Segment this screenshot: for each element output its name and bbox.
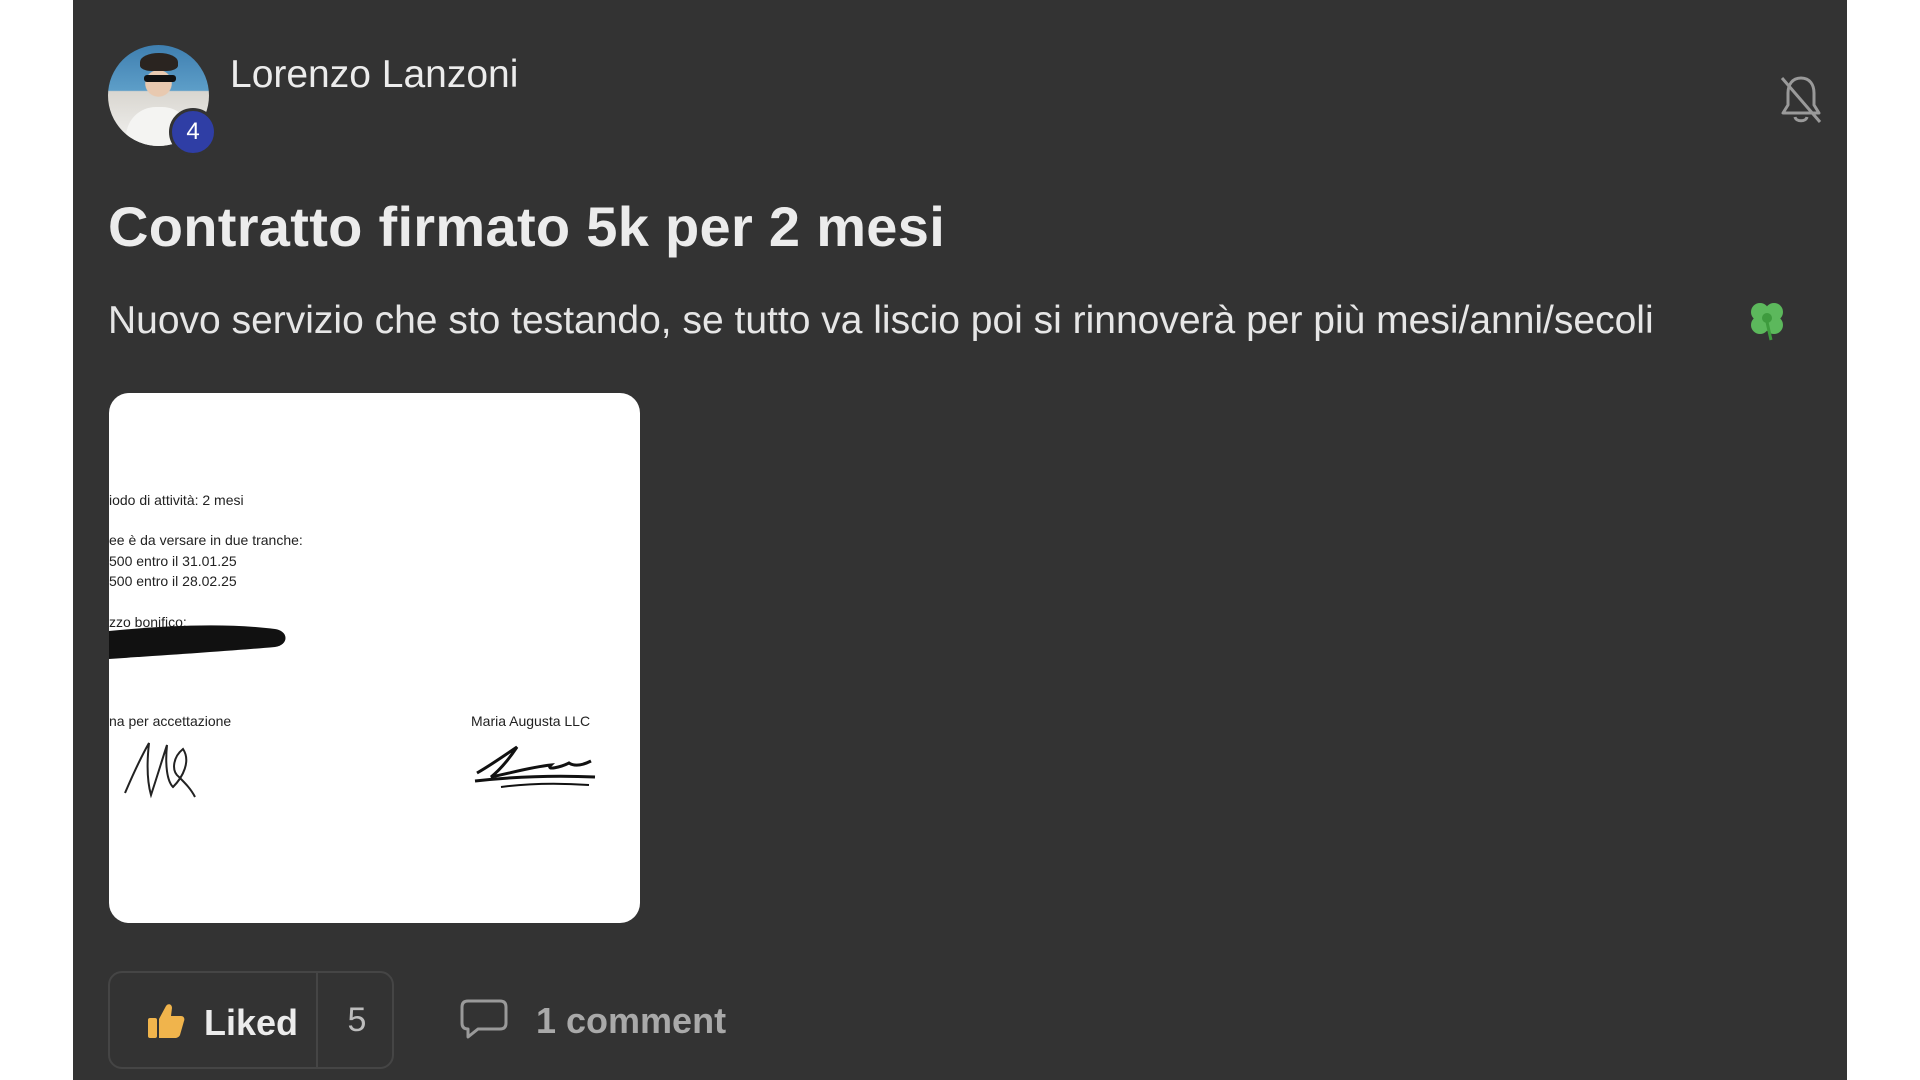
like-group: Liked 5: [108, 971, 394, 1069]
attachment-image[interactable]: iodo di attività: 2 mesi ee è da versare…: [109, 393, 640, 923]
like-button[interactable]: Liked: [110, 973, 316, 1067]
author-name[interactable]: Lorenzo Lanzoni: [230, 53, 518, 97]
post-body: Nuovo servizio che sto testando, se tutt…: [108, 299, 1654, 342]
liked-label: Liked: [204, 1002, 299, 1043]
doc-line-fee: ee è da versare in due tranche:: [109, 532, 303, 548]
doc-signature-label-right: Maria Augusta LLC: [471, 713, 591, 729]
bell-off-icon[interactable]: [1778, 72, 1824, 128]
doc-line-installment-1: 500 entro il 31.01.25: [109, 553, 237, 569]
comment-count-label: 1 comment: [536, 1000, 727, 1041]
comment-button[interactable]: 1 comment: [460, 993, 760, 1043]
doc-line-installment-2: 500 entro il 28.02.25: [109, 573, 237, 589]
level-badge: 4: [169, 108, 217, 156]
doc-line-period: iodo di attività: 2 mesi: [109, 492, 244, 508]
avatar-glasses: [144, 75, 176, 82]
thumbs-up-icon: [148, 1004, 185, 1038]
signature-left: [124, 742, 196, 799]
post-card: 4 Lorenzo Lanzoni Contratto firmato 5k p…: [73, 0, 1847, 1080]
comment-icon: [460, 999, 508, 1039]
four-leaf-clover-icon: [1751, 303, 1783, 341]
redaction-mark: [109, 625, 286, 659]
post-title: Contratto firmato 5k per 2 mesi: [108, 195, 946, 258]
signature-right: [474, 745, 596, 788]
avatar-hair: [140, 53, 178, 71]
doc-signature-label-left: na per accettazione: [109, 713, 232, 729]
like-count[interactable]: 5: [318, 973, 396, 1067]
